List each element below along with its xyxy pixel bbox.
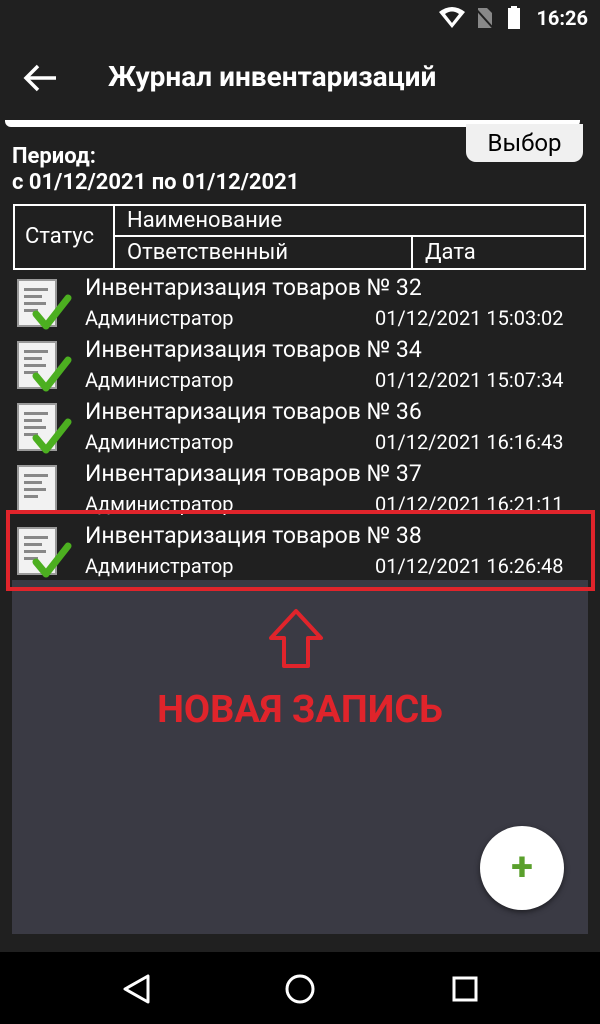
document-check-icon — [17, 403, 72, 454]
header-name[interactable]: Наименование — [115, 206, 586, 237]
new-record-highlight — [6, 510, 595, 591]
item-responsible: Администратор — [85, 368, 234, 392]
header-responsible[interactable]: Ответственный — [115, 237, 413, 268]
document-check-icon — [17, 341, 72, 392]
item-date: 01/12/2021 16:16:43 — [375, 430, 564, 454]
add-button[interactable]: + — [480, 826, 564, 910]
wifi-icon — [439, 7, 465, 28]
item-date: 01/12/2021 15:07:34 — [375, 368, 564, 392]
back-arrow-icon[interactable] — [22, 62, 62, 94]
document-check-icon — [17, 279, 72, 330]
back-nav-icon[interactable] — [120, 972, 154, 1006]
item-name: Инвентаризация товаров № 37 — [85, 460, 422, 487]
new-record-label: НОВАЯ ЗАПИСЬ — [157, 688, 443, 732]
item-responsible: Администратор — [85, 306, 234, 330]
navigation-bar — [0, 952, 600, 1024]
home-nav-icon[interactable] — [283, 972, 317, 1006]
header-status[interactable]: Статус — [15, 206, 115, 268]
item-name: Инвентаризация товаров № 34 — [85, 336, 422, 363]
no-sim-icon — [474, 7, 494, 29]
page-title: Журнал инвентаризаций — [108, 60, 437, 93]
choose-button[interactable]: Выбор — [466, 124, 583, 162]
recents-nav-icon[interactable] — [448, 972, 482, 1006]
list-item[interactable]: Инвентаризация товаров № 34 Администрато… — [12, 334, 588, 396]
document-icon — [17, 465, 57, 513]
period-range: с 01/12/2021 по 01/12/2021 — [12, 170, 300, 195]
plus-icon: + — [511, 843, 533, 890]
list-item[interactable]: Инвентаризация товаров № 36 Администрато… — [12, 396, 588, 458]
app-bar: Журнал инвентаризаций — [0, 36, 600, 120]
up-arrow-icon — [269, 609, 323, 668]
clock: 16:26 — [536, 6, 588, 30]
period-label: Период: — [12, 144, 96, 169]
battery-icon — [508, 6, 520, 29]
list-item[interactable]: Инвентаризация товаров № 32 Администрато… — [12, 272, 588, 334]
header-date[interactable]: Дата — [413, 237, 586, 268]
item-name: Инвентаризация товаров № 36 — [85, 398, 422, 425]
item-name: Инвентаризация товаров № 32 — [85, 274, 422, 301]
item-date: 01/12/2021 15:03:02 — [375, 306, 564, 330]
item-responsible: Администратор — [85, 430, 234, 454]
status-bar: 16:26 — [0, 0, 600, 36]
table-header: Статус Наименование Ответственный Дата — [13, 204, 586, 270]
